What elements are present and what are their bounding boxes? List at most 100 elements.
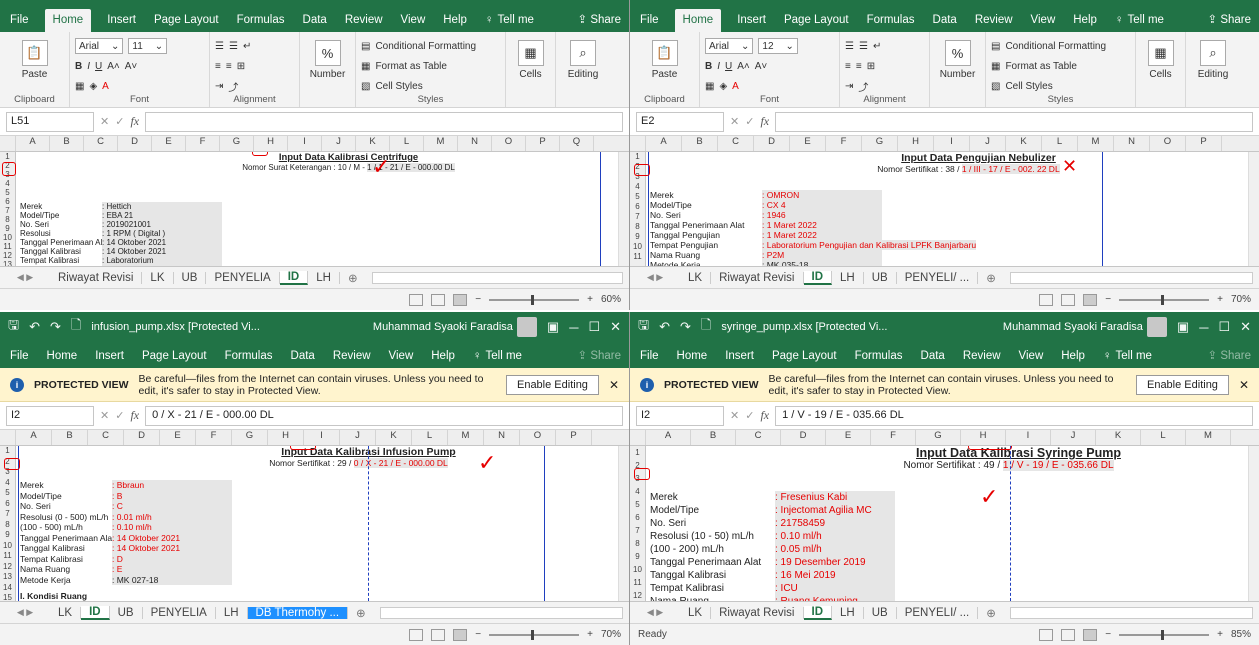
column-header[interactable]: P xyxy=(526,136,560,151)
row-header[interactable]: 9 xyxy=(0,224,15,233)
enable-editing-button[interactable]: Enable Editing xyxy=(505,374,599,395)
column-header[interactable]: G xyxy=(862,136,898,151)
tab-file[interactable]: File xyxy=(638,350,661,368)
column-header[interactable]: K xyxy=(376,430,412,445)
column-header[interactable]: K xyxy=(356,136,390,151)
align-middle-icon[interactable]: ☰ xyxy=(859,41,868,52)
align-left-icon[interactable]: ≡ xyxy=(215,61,221,72)
column-header[interactable]: B xyxy=(682,136,718,151)
sheet-tab[interactable]: Riwayat Revisi xyxy=(711,606,804,619)
row-header[interactable]: 9 xyxy=(630,550,645,563)
tab-view[interactable]: View xyxy=(399,14,428,32)
enter-icon[interactable]: ✓ xyxy=(115,409,124,422)
row-header[interactable]: 14 xyxy=(0,583,15,594)
tab-insert[interactable]: Insert xyxy=(93,350,126,368)
tab-data[interactable]: Data xyxy=(301,14,329,32)
conditional-formatting-button[interactable]: ▤ Conditional Formatting xyxy=(991,36,1130,56)
row-header[interactable]: 7 xyxy=(0,509,15,520)
zoom-slider[interactable] xyxy=(489,294,580,305)
tab-view[interactable]: View xyxy=(387,350,416,368)
column-header[interactable]: F xyxy=(196,430,232,445)
worksheet-grid[interactable]: 1 2 3 4 5 6 7 8 9 10 11 12 13 Input Data Kalibrasi C… xyxy=(0,152,629,266)
column-header[interactable]: J xyxy=(340,430,376,445)
format-as-table-button[interactable]: ▦ Format as Table xyxy=(991,56,1130,76)
sheet-nav-arrows[interactable]: ◀ ▶ xyxy=(0,272,50,283)
name-box[interactable]: I2 xyxy=(6,405,94,426)
sheet-tab[interactable]: UB xyxy=(864,606,897,619)
redo-icon[interactable]: ↷ xyxy=(680,319,691,335)
column-header[interactable]: D xyxy=(124,430,160,445)
tab-data[interactable]: Data xyxy=(931,14,959,32)
sheet-tab[interactable]: UB xyxy=(174,271,207,284)
add-sheet-button[interactable]: ⊕ xyxy=(348,606,374,620)
sheet-tab[interactable]: PENYELIA xyxy=(206,271,280,284)
enter-icon[interactable]: ✓ xyxy=(745,409,754,422)
tab-page-layout[interactable]: Page Layout xyxy=(782,14,851,32)
row-header[interactable]: 5 xyxy=(630,192,645,202)
close-icon[interactable]: ✕ xyxy=(1239,378,1249,392)
zoom-level[interactable]: 85% xyxy=(1231,629,1251,640)
column-header[interactable]: L xyxy=(1141,430,1186,445)
column-header[interactable]: O xyxy=(492,136,526,151)
row-header[interactable]: 11 xyxy=(630,576,645,589)
tab-review[interactable]: Review xyxy=(961,350,1003,368)
sheet-tab[interactable]: LK xyxy=(680,606,712,619)
underline-button[interactable]: U xyxy=(725,61,732,72)
row-header[interactable]: 9 xyxy=(630,232,645,242)
column-header[interactable]: O xyxy=(1150,136,1186,151)
save-icon[interactable]: 🖫 xyxy=(638,316,649,338)
orientation-icon[interactable]: ⤴ xyxy=(228,79,238,94)
column-header[interactable]: B xyxy=(50,136,84,151)
insert-function-icon[interactable]: fx xyxy=(130,114,139,129)
select-all-corner[interactable] xyxy=(0,136,16,151)
tab-page-layout[interactable]: Page Layout xyxy=(140,350,209,368)
align-top-icon[interactable]: ☰ xyxy=(845,41,854,52)
grow-font-icon[interactable]: A˄ xyxy=(107,61,120,72)
row-header[interactable]: 1 xyxy=(0,446,15,457)
sheet-tab[interactable]: ID xyxy=(803,270,832,285)
column-header[interactable]: B xyxy=(52,430,88,445)
column-header[interactable]: F xyxy=(871,430,916,445)
row-header[interactable]: 10 xyxy=(630,563,645,576)
sheet-nav-arrows[interactable]: ◀ ▶ xyxy=(0,607,50,618)
column-header[interactable]: M xyxy=(424,136,458,151)
column-header[interactable]: G xyxy=(232,430,268,445)
sheet-tab[interactable]: UB xyxy=(864,271,897,284)
column-header[interactable]: J xyxy=(1051,430,1096,445)
cell-styles-button[interactable]: ▧ Cell Styles xyxy=(991,76,1130,96)
underline-button[interactable]: U xyxy=(95,61,102,72)
insert-function-icon[interactable]: fx xyxy=(760,114,769,129)
sheet-tab[interactable]: PENYELI/ ... xyxy=(897,271,979,284)
column-header[interactable]: M xyxy=(448,430,484,445)
column-header[interactable]: E xyxy=(160,430,196,445)
tell-me-box[interactable]: ♀ Tell me xyxy=(471,350,524,368)
vertical-scrollbar[interactable] xyxy=(618,446,629,601)
insert-function-icon[interactable]: fx xyxy=(760,408,769,423)
undo-icon[interactable]: ↶ xyxy=(659,319,670,335)
row-header[interactable]: 10 xyxy=(0,541,15,552)
column-header[interactable]: K xyxy=(1006,136,1042,151)
row-header[interactable]: 4 xyxy=(0,179,15,188)
number-format-button[interactable]: % Number xyxy=(305,36,350,80)
column-header[interactable]: M xyxy=(1078,136,1114,151)
sheet-nav-arrows[interactable]: ◀ ▶ xyxy=(630,607,680,618)
bold-button[interactable]: B xyxy=(75,61,82,72)
row-header[interactable]: 1 xyxy=(0,152,15,161)
cancel-icon[interactable]: ✕ xyxy=(100,409,109,422)
sheet-tab[interactable]: LH xyxy=(308,271,340,284)
ribbon-display-icon[interactable]: ▣ xyxy=(547,319,559,335)
align-middle-icon[interactable]: ☰ xyxy=(229,41,238,52)
select-all-corner[interactable] xyxy=(630,430,646,445)
column-header[interactable]: I xyxy=(1006,430,1051,445)
select-all-corner[interactable] xyxy=(630,136,646,151)
font-size-select[interactable]: 12 ⌄ xyxy=(758,38,798,54)
tab-data[interactable]: Data xyxy=(919,350,947,368)
row-header[interactable]: 11 xyxy=(0,551,15,562)
shrink-font-icon[interactable]: A˅ xyxy=(755,61,768,72)
column-header[interactable]: Q xyxy=(560,136,594,151)
maximize-icon[interactable]: ☐ xyxy=(1218,319,1230,335)
column-header[interactable]: E xyxy=(790,136,826,151)
zoom-level[interactable]: 70% xyxy=(1231,294,1251,305)
column-header[interactable]: K xyxy=(1096,430,1141,445)
page-break-view-icon[interactable] xyxy=(1083,628,1098,641)
